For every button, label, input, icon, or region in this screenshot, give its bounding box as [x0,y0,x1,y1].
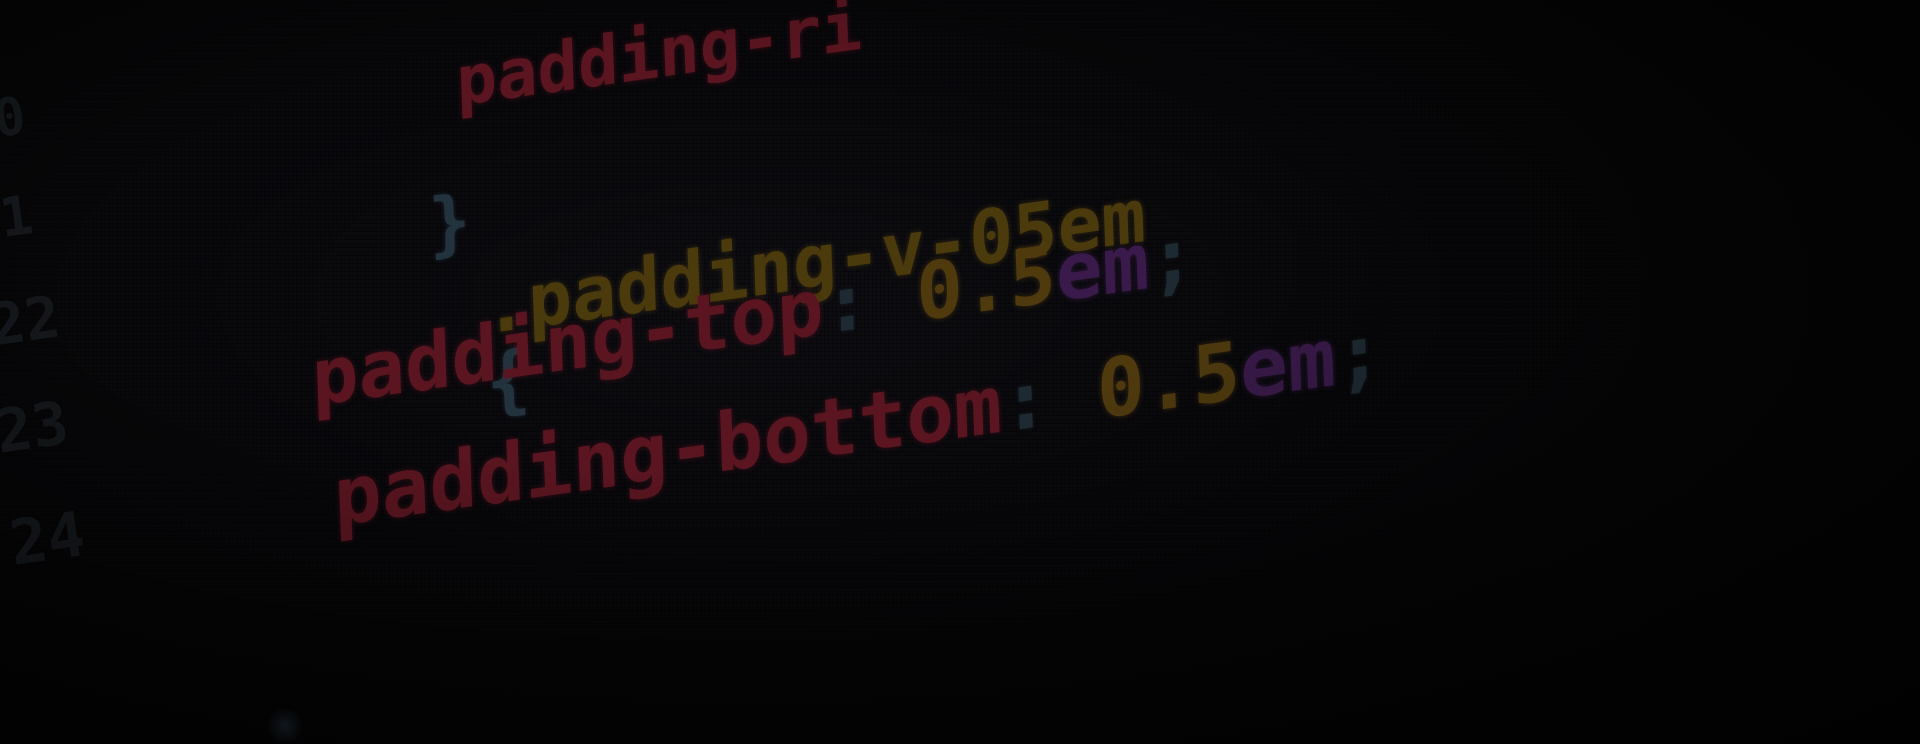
semicolon: ; [1333,303,1385,404]
code-closeup-photo: 0 1 22 23 24 padding-ri } .padding-v-05e… [0,0,1920,744]
css-value-number: 0.5 [1095,323,1242,438]
colon: : [821,255,872,353]
css-value-unit: em [1054,216,1151,320]
code-editor-text: padding-ri } .padding-v-05em { padding-t… [0,0,1920,744]
css-value-unit: em [1238,310,1338,418]
screen-glint [268,706,302,744]
css-property: padding-ri [454,0,864,123]
semicolon: ; [1147,209,1197,307]
colon: : [999,350,1051,451]
